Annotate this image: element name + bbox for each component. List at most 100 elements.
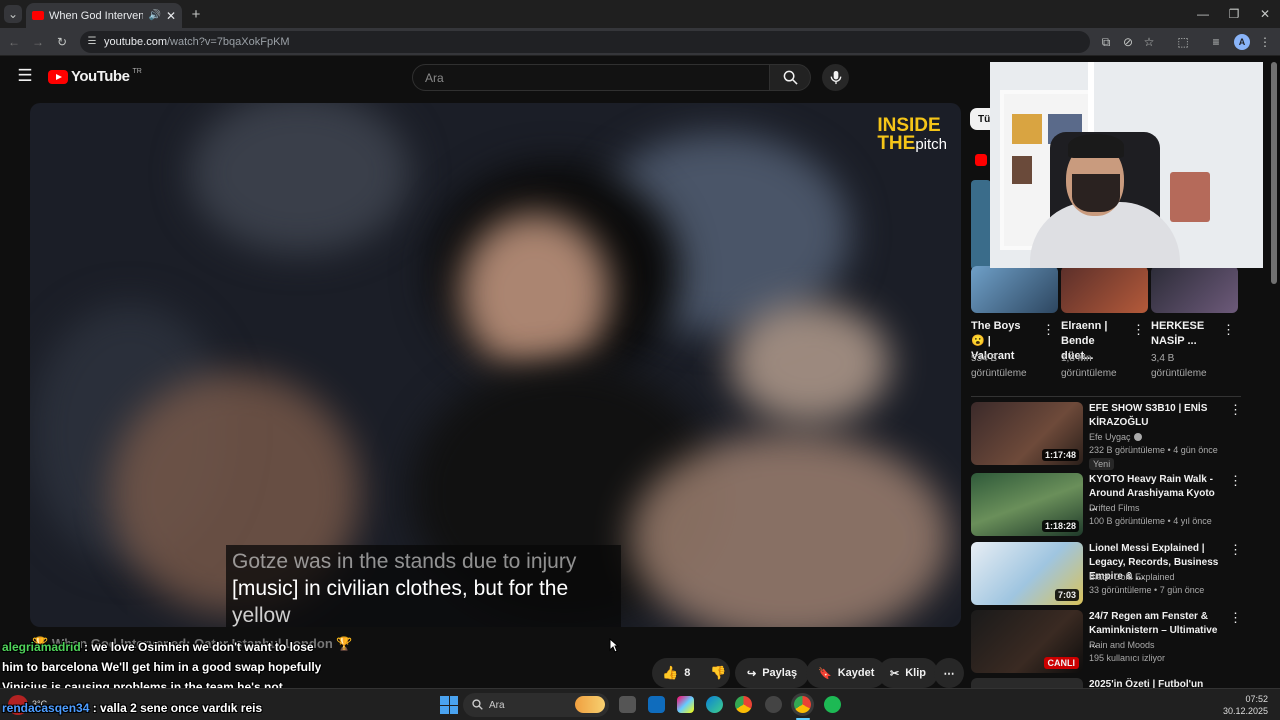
inside-the-pitch-watermark: INSIDE THEpitch (877, 115, 947, 154)
spotify-icon[interactable] (824, 696, 841, 713)
edge-icon[interactable] (706, 696, 723, 713)
tab-close-icon[interactable]: ✕ (166, 9, 176, 23)
chat-message: rendacasqen34 : valla 2 sene once vardık… (2, 701, 262, 715)
clip-label: Klip (905, 667, 926, 679)
taskbar-search[interactable]: Ara (463, 693, 609, 717)
live-badge: CANLI (1043, 657, 1079, 669)
recommended-video[interactable]: 1:18:28 KYOTO Heavy Rain Walk - Around A… (971, 473, 1242, 537)
clock[interactable]: 07:52 30.12.2025 (1210, 693, 1268, 717)
video-thumbnail[interactable]: 1:17:48 (971, 402, 1083, 465)
video-thumbnail[interactable]: 7:03 (971, 542, 1083, 605)
restore-icon[interactable]: ❐ (1226, 6, 1242, 22)
video-stats: 232 B görüntüleme • 4 gün önce (1089, 445, 1218, 455)
short-menu-icon[interactable]: ⋮ (1222, 322, 1235, 338)
video-menu-icon[interactable]: ⋮ (1229, 402, 1242, 418)
channel-name[interactable]: Drifted Films (1089, 503, 1140, 513)
media-controls-icon[interactable]: ≡ (1208, 34, 1224, 50)
obs-icon[interactable] (765, 696, 782, 713)
like-dislike-group: 👍 8 👎 (652, 658, 730, 688)
install-app-icon[interactable]: ⧉ (1098, 34, 1114, 50)
site-info-icon[interactable]: ☰ (86, 35, 98, 47)
chat-username: rendacasqen34 (2, 701, 90, 715)
video-player[interactable]: INSIDE THEpitch Gotze was in the stands … (30, 103, 961, 627)
caption-line: yellow (232, 604, 291, 627)
new-tab-icon[interactable]: + (188, 6, 204, 23)
forward-icon[interactable]: → (30, 34, 46, 50)
voice-search-button[interactable] (822, 64, 849, 91)
youtube-logo-text: YouTube (71, 68, 130, 85)
browser-tab-bar: ⌄ When God Intervened: O 🔊 ✕ + — ❐ ✕ (0, 0, 1280, 28)
window-close-icon[interactable]: ✕ (1257, 6, 1273, 22)
video-stats: 33 görüntüleme • 7 gün önce (1089, 585, 1205, 595)
short-views: 1,8 Mn görüntüleme (1061, 353, 1117, 379)
video-title[interactable]: EFE SHOW S3B10 | ENİS KİRAZOĞLU (1089, 402, 1225, 430)
channel-name[interactable]: Efe Uygaç (1089, 432, 1131, 442)
chat-text: : we love Osimhen we don't want to lose (80, 640, 314, 654)
chrome-icon[interactable] (735, 696, 752, 713)
recommended-video[interactable]: 7:03 Lionel Messi Explained | Legacy, Re… (971, 542, 1242, 606)
youtube-logo[interactable]: YouTube TR (48, 68, 142, 85)
speaker-icon[interactable]: 🔊 (148, 10, 160, 21)
share-arrow-icon: ↪ (747, 667, 757, 680)
search-button[interactable] (769, 64, 811, 91)
profile-avatar[interactable]: A (1234, 34, 1250, 50)
outlook-icon[interactable] (648, 696, 665, 713)
hamburger-menu-icon[interactable]: ☰ (16, 66, 34, 85)
channel-name[interactable]: Black Gold Explained (1089, 572, 1175, 582)
verified-icon (1133, 433, 1142, 441)
video-menu-icon[interactable]: ⋮ (1229, 542, 1242, 558)
mouse-cursor-icon (609, 638, 619, 653)
scrollbar-thumb[interactable] (1271, 62, 1277, 284)
extensions-icon[interactable]: ⬚ (1175, 34, 1191, 50)
tab-search-icon[interactable]: ⌄ (4, 5, 22, 23)
like-button[interactable]: 👍 8 (662, 665, 690, 681)
chat-text: : valla 2 sene once vardık reis (89, 701, 263, 715)
windows-start-icon[interactable] (440, 696, 458, 714)
tab-title: When God Intervened: O (49, 9, 144, 22)
address-bar[interactable]: ☰ youtube.com/watch?v=7bqaXokFpKM (80, 31, 1090, 53)
eye-off-icon[interactable]: ⊘ (1120, 34, 1136, 50)
back-icon[interactable]: ← (6, 34, 22, 50)
more-horizontal-icon: ⋯ (943, 667, 955, 680)
short-menu-icon[interactable]: ⋮ (1132, 322, 1145, 338)
video-thumbnail[interactable]: 1:18:28 (971, 473, 1083, 536)
short-thumbnail[interactable] (1151, 266, 1238, 313)
recommended-video[interactable]: 2025'in Özeti | Futbol'un akılda (971, 678, 1241, 688)
microphone-icon (830, 70, 841, 85)
clip-button[interactable]: ✂ Klip (878, 658, 938, 688)
duration-badge: 7:03 (1054, 589, 1079, 601)
webcam-overlay (990, 62, 1263, 268)
like-count: 8 (684, 667, 691, 679)
browser-toolbar: ← → ↻ ☰ youtube.com/watch?v=7bqaXokFpKM … (0, 28, 1280, 56)
video-menu-icon[interactable]: ⋮ (1229, 610, 1242, 626)
share-button[interactable]: ↪ Paylaş (735, 658, 810, 688)
chrome-active-icon[interactable] (794, 696, 811, 713)
short-views: 534 B görüntüleme (971, 353, 1027, 379)
short-menu-icon[interactable]: ⋮ (1042, 322, 1055, 338)
browser-tab[interactable]: When God Intervened: O 🔊 ✕ (26, 3, 182, 28)
video-thumbnail[interactable] (971, 678, 1083, 688)
short-thumbnail[interactable] (971, 266, 1058, 313)
copilot-icon[interactable] (677, 696, 694, 713)
recommended-video[interactable]: 1:17:48 EFE SHOW S3B10 | ENİS KİRAZOĞLU … (971, 402, 1242, 470)
reload-icon[interactable]: ↻ (54, 34, 70, 50)
short-title[interactable]: HERKESE NASİP ... (1151, 319, 1217, 349)
short-thumbnail[interactable] (971, 180, 991, 270)
new-badge: Yeni (1089, 458, 1115, 470)
more-actions-button[interactable]: ⋯ (934, 658, 964, 688)
video-menu-icon[interactable]: ⋮ (1229, 473, 1242, 489)
video-thumbnail[interactable]: CANLI (971, 610, 1083, 673)
video-title[interactable]: 2025'in Özeti | Futbol'un akılda (1089, 678, 1225, 688)
bookmark-star-icon[interactable]: ☆ (1141, 34, 1157, 50)
thumbs-down-icon[interactable]: 👎 (710, 665, 726, 681)
search-input[interactable]: Ara (412, 64, 770, 91)
save-button[interactable]: 🔖 Kaydet (806, 658, 887, 688)
recommended-video[interactable]: CANLI 24/7 Regen am Fenster & Kaminknist… (971, 610, 1242, 674)
chrome-menu-icon[interactable]: ⋮ (1258, 34, 1272, 50)
task-view-icon[interactable] (619, 696, 636, 713)
search-icon (472, 699, 483, 710)
bookmark-icon: 🔖 (818, 667, 832, 680)
short-thumbnail[interactable] (1061, 266, 1148, 313)
channel-name[interactable]: Rain and Moods (1089, 640, 1155, 650)
minimize-icon[interactable]: — (1195, 6, 1211, 22)
